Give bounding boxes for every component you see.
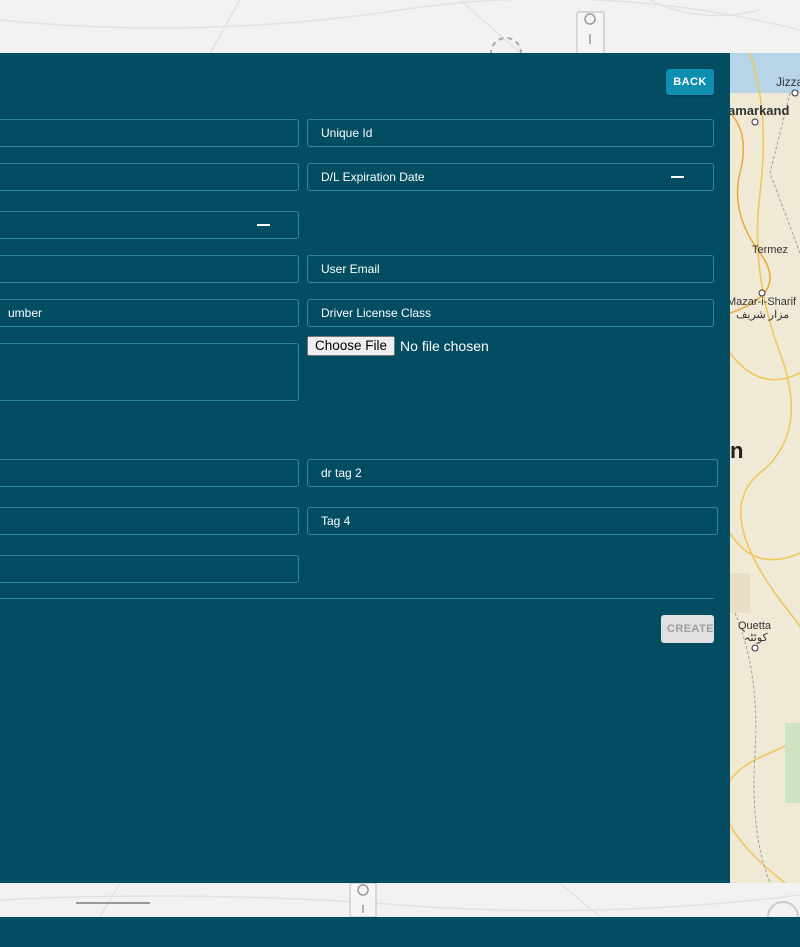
bottom-bar bbox=[0, 917, 800, 947]
form-field-left-4[interactable] bbox=[0, 255, 299, 283]
map-label-mazar-local: مزار شریف bbox=[736, 309, 790, 321]
dl-expiration-date-field[interactable]: D/L Expiration Date bbox=[307, 163, 714, 191]
map-terrain bbox=[730, 53, 800, 883]
user-email-field[interactable]: User Email bbox=[307, 255, 714, 283]
map-view-strip[interactable]: Jizza amarkand Termez Mazar-i-Sharif مزا… bbox=[730, 53, 800, 883]
map-label-country-fragment: n bbox=[730, 438, 744, 463]
location-ring-icon-2 bbox=[767, 901, 799, 917]
minus-icon[interactable] bbox=[671, 176, 684, 178]
file-status-text: No file chosen bbox=[400, 338, 489, 354]
create-button[interactable]: CREATE bbox=[661, 615, 714, 643]
tag-field-left-1[interactable] bbox=[0, 459, 299, 487]
minus-icon[interactable] bbox=[257, 224, 270, 226]
map-pin-icon-bottom bbox=[349, 882, 377, 917]
tag-2-field[interactable]: dr tag 2 bbox=[307, 459, 718, 487]
unique-id-field[interactable]: Unique Id bbox=[307, 119, 714, 147]
form-field-left-2[interactable] bbox=[0, 163, 299, 191]
tag-4-field[interactable]: Tag 4 bbox=[307, 507, 718, 535]
choose-file-button[interactable]: Choose File bbox=[307, 336, 396, 356]
tag-field-left-2[interactable] bbox=[0, 507, 299, 535]
form-field-left-1[interactable] bbox=[0, 119, 299, 147]
file-input[interactable]: Choose File No file chosen bbox=[307, 336, 489, 356]
map-label-jizzakh: Jizza bbox=[776, 75, 800, 89]
map-label-termez: Termez bbox=[752, 244, 789, 256]
date-field-left[interactable] bbox=[0, 211, 299, 239]
back-button[interactable]: BACK bbox=[666, 69, 714, 95]
form-divider bbox=[0, 598, 714, 599]
driver-license-class-field[interactable]: Driver License Class bbox=[307, 299, 714, 327]
tag-field-left-3[interactable] bbox=[0, 555, 299, 583]
map-pin-icon bbox=[576, 11, 605, 57]
license-number-field[interactable]: umber bbox=[0, 299, 299, 327]
map-label-samarkand: amarkand bbox=[730, 103, 790, 118]
map-label-mazar: Mazar-i-Sharif bbox=[730, 296, 797, 308]
dl-expiration-date-label: D/L Expiration Date bbox=[321, 170, 425, 184]
map-label-quetta-local: کوئٹہ bbox=[744, 632, 768, 644]
textarea-field[interactable] bbox=[0, 343, 299, 401]
